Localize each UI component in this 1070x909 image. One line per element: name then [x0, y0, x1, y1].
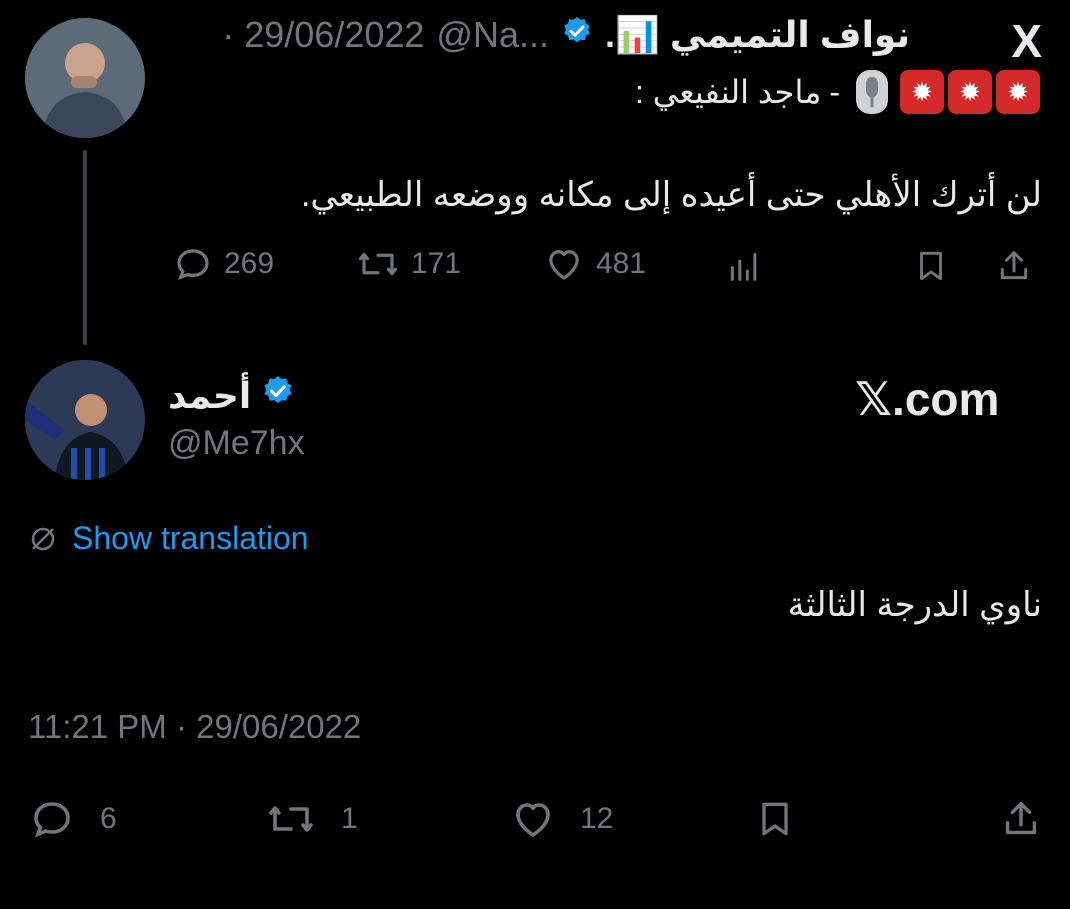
- reply-count: 6: [100, 802, 117, 835]
- siren-emoji-icon: ✹: [996, 70, 1040, 114]
- like-count: 481: [596, 247, 647, 280]
- quoted-action-bar: 269 171 481: [172, 243, 1042, 293]
- reply-button[interactable]: 6: [28, 795, 117, 843]
- bookmark-icon: [920, 251, 942, 281]
- user-handle[interactable]: @Na...: [436, 14, 549, 56]
- bookmark-button[interactable]: [753, 795, 797, 843]
- show-translation-label: Show translation: [72, 520, 309, 556]
- reply-tweet-body: ناوي الدرجة الثالثة: [787, 586, 1042, 624]
- display-name[interactable]: أحمد: [168, 375, 251, 417]
- retweet-icon: [358, 252, 398, 276]
- retweet-button[interactable]: 171: [355, 243, 461, 285]
- microphone-emoji-icon: [856, 70, 888, 114]
- share-icon: [1000, 251, 1028, 280]
- x-logo-icon[interactable]: X: [1011, 14, 1042, 68]
- tweet-timestamp[interactable]: 11:21 PM · 29/06/2022: [28, 708, 361, 746]
- siren-emoji-icon: ✹: [948, 70, 992, 114]
- share-icon: [1005, 801, 1037, 835]
- thread-connector-line: [83, 150, 87, 345]
- verified-badge-icon: [561, 14, 593, 56]
- reply-icon: [177, 249, 209, 281]
- x-com-watermark: 𝕏.com: [855, 373, 1000, 425]
- reply-icon: [34, 802, 70, 838]
- globe-slash-icon: [31, 527, 55, 550]
- user-handle[interactable]: @Me7hx: [168, 424, 305, 463]
- quoted-tweet-line1: ✹ ✹ ✹ - ماجد النفيعي :: [635, 70, 1040, 114]
- separator: -: [829, 73, 840, 110]
- like-button[interactable]: 481: [542, 243, 646, 285]
- retweet-count: 171: [411, 247, 462, 280]
- display-name[interactable]: نواف التميمي 📊.: [605, 14, 910, 56]
- avatar-reply-user[interactable]: [25, 360, 145, 480]
- show-translation-button[interactable]: Show translation: [28, 520, 309, 557]
- quoted-tweet-header: · 29/06/2022 @Na... نواف التميمي 📊.: [222, 14, 910, 56]
- share-button[interactable]: [998, 795, 1044, 843]
- quoted-speaker-text: ماجد النفيعي :: [634, 74, 822, 110]
- like-count: 12: [580, 802, 614, 835]
- verified-badge-icon: [261, 374, 295, 417]
- retweet-icon: [269, 806, 313, 832]
- share-button[interactable]: [994, 245, 1034, 287]
- bookmark-button[interactable]: [912, 245, 950, 287]
- retweet-button[interactable]: 1: [263, 795, 358, 843]
- views-button[interactable]: [724, 245, 764, 287]
- reply-user-name-row: أحمد: [168, 374, 295, 417]
- bookmark-icon: [762, 802, 788, 836]
- reply-action-bar: 6 1 12: [28, 795, 1048, 851]
- reply-count: 269: [224, 247, 275, 280]
- siren-emoji-icon: ✹: [900, 70, 944, 114]
- heart-icon: [516, 803, 550, 837]
- heart-icon: [549, 250, 579, 280]
- bar-chart-icon: [730, 252, 757, 281]
- like-button[interactable]: 12: [508, 795, 613, 843]
- avatar-quoted-user[interactable]: [25, 18, 145, 138]
- tweet-date: · 29/06/2022: [222, 14, 425, 55]
- retweet-count: 1: [341, 802, 358, 835]
- quoted-tweet-body: لن أترك الأهلي حتى أعيده إلى مكانه ووضعه…: [300, 176, 1042, 214]
- reply-button[interactable]: 269: [172, 243, 274, 285]
